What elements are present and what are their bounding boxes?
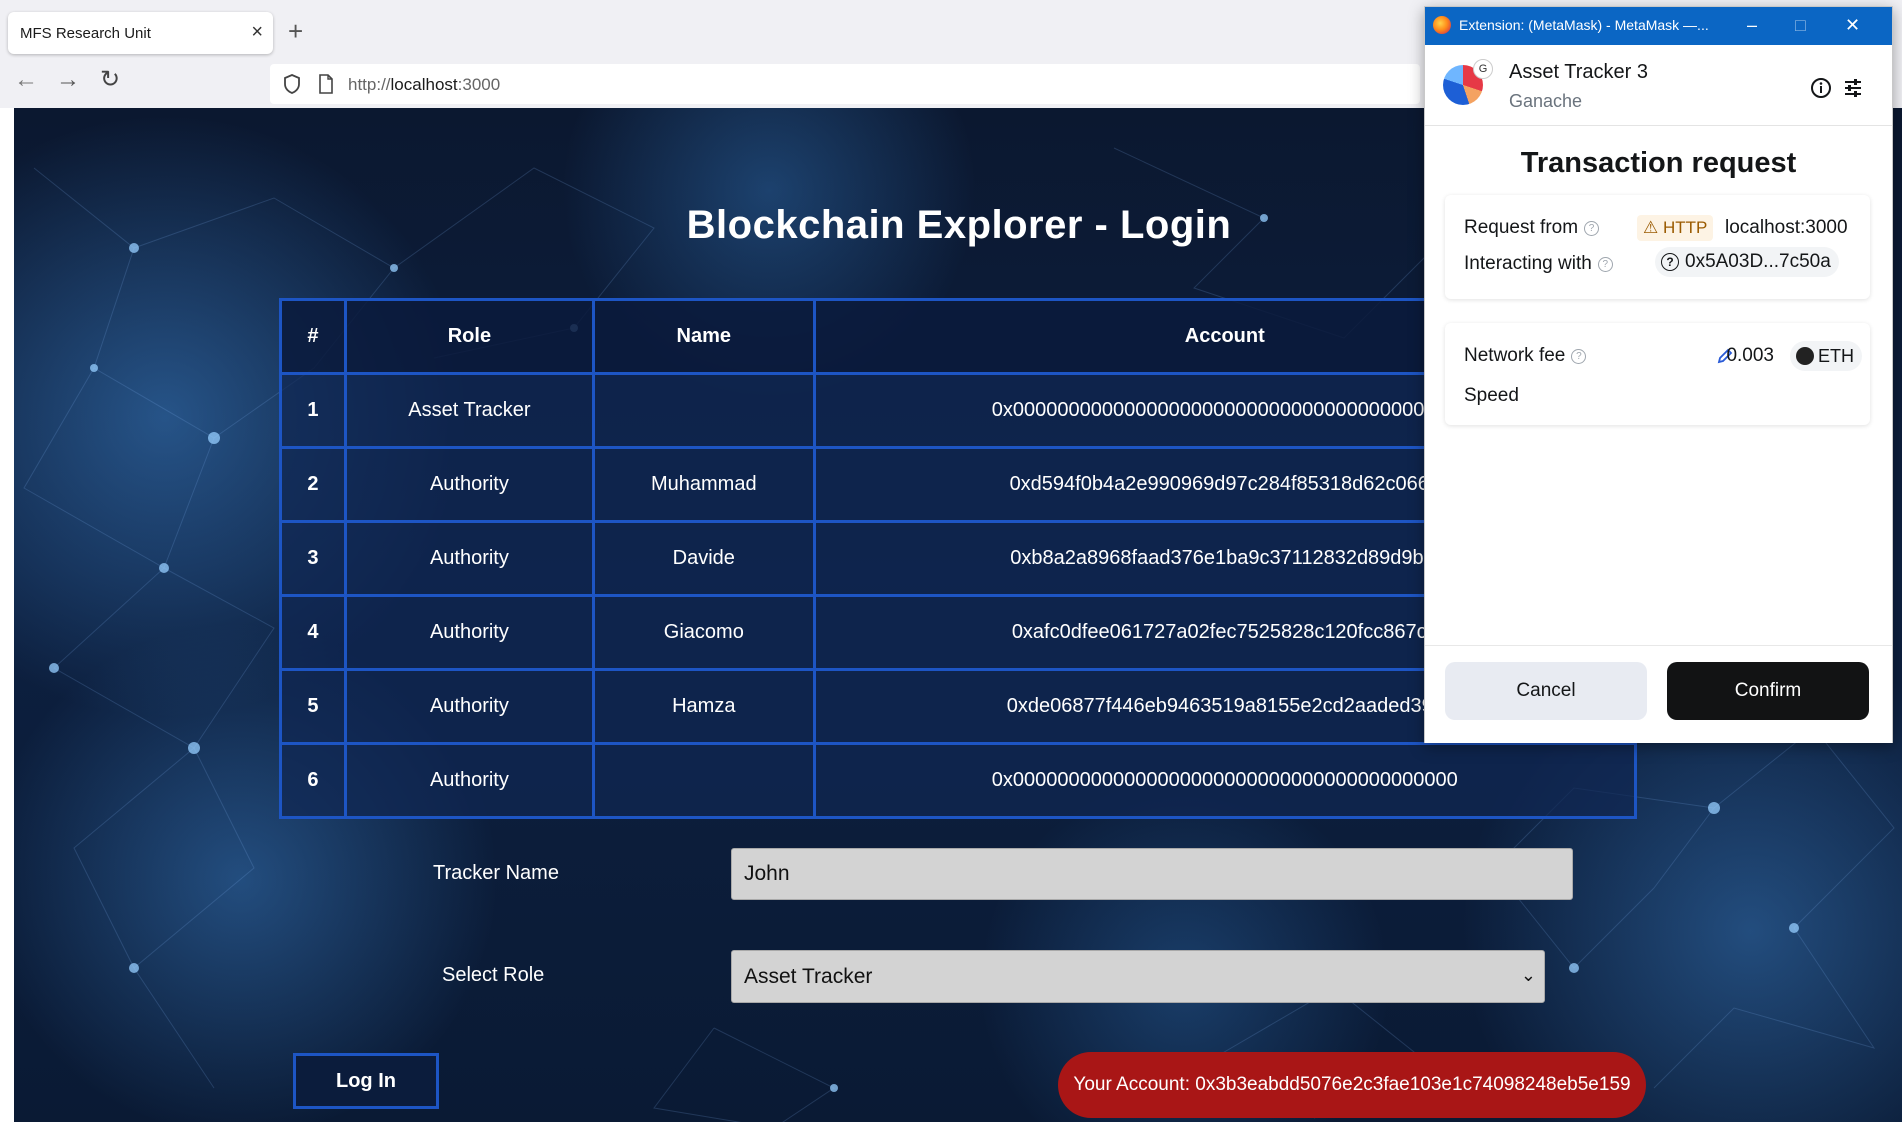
reload-button[interactable]: ↻ [100,68,120,92]
confirm-button[interactable]: Confirm [1667,662,1869,720]
account-name: Asset Tracker 3 [1509,61,1648,83]
settings-sliders-icon[interactable] [1842,77,1864,99]
table-row: 6 Authority 0x00000000000000000000000000… [279,742,1638,819]
url-text[interactable]: http://localhost:3000 [348,75,500,95]
login-button[interactable]: Log In [293,1053,439,1109]
popup-footer: Cancel Confirm [1425,645,1892,743]
column-header-number: # [279,298,347,375]
page-icon [319,74,333,94]
browser-tab[interactable]: MFS Research Unit × [8,12,273,54]
row-name: Muhammad [592,446,816,523]
page-bottom-margin [0,1122,1902,1137]
shield-icon[interactable] [282,73,302,95]
account-banner: Your Account: 0x3b3eabdd5076e2c3fae103e1… [1058,1052,1646,1118]
row-name: Hamza [592,668,816,745]
row-number: 5 [279,668,347,745]
row-role: Authority [343,520,596,597]
popup-window-title: Extension: (MetaMask) - MetaMask —... [1459,17,1709,33]
row-name: Giacomo [592,594,816,671]
network-name: Ganache [1509,91,1583,111]
row-number: 1 [279,372,347,449]
address-bar[interactable]: http://localhost:3000 [270,64,1420,104]
row-number: 6 [279,742,347,819]
request-from-row: Request from? [1464,217,1600,239]
maximize-icon[interactable]: □ [1795,13,1806,37]
speed-label: Speed [1464,385,1519,406]
transaction-heading: Transaction request [1520,147,1797,179]
question-icon: ? [1661,253,1679,271]
eth-icon [1796,347,1814,365]
network-fee-row: Network fee? [1464,345,1587,367]
fee-amount: 0.003 [1726,345,1774,366]
popup-titlebar[interactable]: Extension: (MetaMask) - MetaMask —... – … [1425,7,1892,45]
row-name: Davide [592,520,816,597]
new-tab-button[interactable]: + [288,18,303,44]
select-role-label: Select Role [442,964,545,986]
row-role: Asset Tracker [343,372,596,449]
request-origin: localhost:3000 [1725,217,1848,238]
contract-address-pill[interactable]: ? 0x5A03D...7c50a [1655,247,1839,277]
info-icon[interactable] [1810,77,1832,99]
row-name [592,742,816,819]
row-name [592,372,816,449]
cancel-button[interactable]: Cancel [1445,662,1647,720]
role-select[interactable]: Asset Tracker ⌄ [731,950,1545,1003]
contract-address: 0x5A03D...7c50a [1685,251,1831,272]
role-select-value: Asset Tracker [744,965,873,988]
http-warning-badge: ⚠ HTTP [1637,215,1714,241]
column-header-name: Name [592,298,816,375]
back-button[interactable]: ← [14,68,38,92]
row-role: Authority [343,668,596,745]
url-host: localhost [390,75,458,94]
firefox-icon [1433,16,1451,34]
row-role: Authority [343,742,596,819]
row-account: 0x00000000000000000000000000000000000000… [812,742,1638,819]
chevron-down-icon: ⌄ [1520,965,1536,985]
tracker-name-label: Tracker Name [433,862,559,884]
interacting-with-row: Interacting with? [1464,253,1613,275]
request-details-card: Request from? ⚠ HTTP localhost:3000 Inte… [1445,195,1870,299]
tracker-name-input[interactable] [731,848,1573,900]
close-icon[interactable]: ✕ [1845,13,1860,37]
tab-title: MFS Research Unit [20,25,151,42]
row-number: 4 [279,594,347,671]
interacting-with-label: Interacting with [1464,253,1592,274]
minimize-icon[interactable]: – [1747,13,1757,37]
row-role: Authority [343,594,596,671]
row-number: 2 [279,446,347,523]
metamask-popup: Extension: (MetaMask) - MetaMask —... – … [1424,6,1893,743]
tab-close-icon[interactable]: × [251,20,263,44]
row-role: Authority [343,446,596,523]
column-header-role: Role [343,298,596,375]
fee-card: Network fee? 0.003 ETH Speed [1445,323,1870,425]
account-header: G Asset Tracker 3 Ganache [1425,45,1892,126]
help-icon[interactable]: ? [1584,221,1600,236]
forward-button[interactable]: → [56,68,80,92]
url-scheme: http:// [348,75,391,94]
help-icon[interactable]: ? [1571,349,1587,364]
fee-unit: ETH [1818,346,1854,366]
request-from-label: Request from [1464,217,1579,238]
network-badge: G [1473,59,1493,79]
help-icon[interactable]: ? [1597,257,1613,272]
url-port: :3000 [457,75,501,94]
row-number: 3 [279,520,347,597]
network-fee-label: Network fee [1464,345,1566,366]
fee-currency-pill: ETH [1790,341,1862,371]
